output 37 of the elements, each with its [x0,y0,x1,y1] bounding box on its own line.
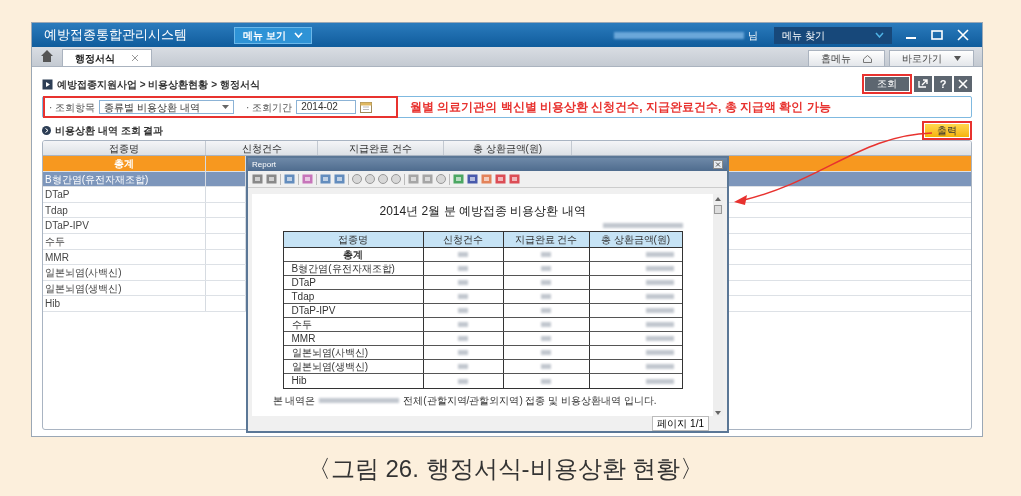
table-cell: 일본뇌염(생백신) [283,360,424,373]
table-cell: Hib [283,374,424,388]
filter-label: · 조회기간 [246,100,293,115]
filter-label: · 조회항목 [49,100,96,115]
table-cell: Tdap [283,290,424,303]
table-cell: 수두 [283,318,424,331]
section-title: 비용상환 내역 조회 결과 [55,123,164,138]
column-header: 지급완료 건수 [503,232,590,247]
table-cell: MMR [283,332,424,345]
report-heading: 2014년 2월 분 예방접종 비용상환 내역 [379,203,586,220]
table-cell: 일본뇌염(생백신) [43,280,206,296]
column-header: 신청건수 [423,232,504,247]
table-cell: Hib [43,296,206,311]
table-cell: DTaP-IPV [283,304,424,317]
annotation-text: 월별 의료기관의 백신별 비용상환 신청건수, 지급완료건수, 총 지급액 확인 가능 [410,99,831,116]
table-cell: DTaP-IPV [43,218,206,233]
report-note: 본 내역은 [272,394,316,408]
table-cell: 일본뇌염(사백신) [283,346,424,359]
breadcrumb: 예방접종지원사업 > 비용상환현황 > 행정서식 [57,77,260,92]
table-cell: 총계 [43,156,206,171]
table-cell: DTaP [283,276,424,289]
user-greeting: 님 [748,28,758,43]
table-cell: DTaP [43,187,206,202]
column-header: 접종명 [283,232,424,247]
column-header: 총 상환금액(원) [599,233,672,247]
table-cell: B형간염(유전자재조합) [43,171,206,187]
table-cell: MMR [43,249,206,265]
page-indicator: 페이지 1/1 [652,416,709,431]
report-note: 전체(관할지역/관할외지역) 접종 및 비용상환내역 입니다. [403,394,657,408]
table-cell: B형간염(유전자재조합) [283,262,424,275]
table-cell: 총계 [283,248,424,261]
table-cell: 일본뇌염(사백신) [43,265,206,280]
table-cell: Tdap [43,202,206,218]
figure-caption: 〈그림 26. 행정서식-비용상환 현황〉 [306,454,705,484]
table-cell: 수두 [43,233,206,249]
report-title: Report [252,158,276,171]
window-title: 예방접종통합관리시스템 [44,26,188,45]
